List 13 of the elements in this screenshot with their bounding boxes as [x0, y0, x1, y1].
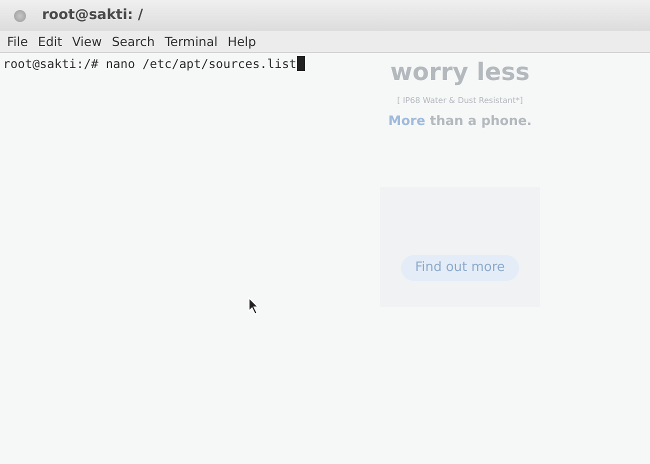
menu-item[interactable]: Edit	[32, 30, 68, 52]
menu-item[interactable]: File	[2, 30, 33, 52]
pointer-icon	[248, 297, 260, 315]
window-title: root@sakti: /	[42, 6, 144, 25]
tagline: More than a phone.	[388, 113, 532, 131]
menu-item[interactable]: View	[67, 30, 107, 52]
menu-item[interactable]: Search	[106, 30, 160, 52]
menu-item[interactable]: Help	[222, 30, 262, 52]
close-button[interactable]	[14, 10, 26, 22]
headline: worry less	[390, 57, 530, 88]
terminal-line: root@sakti:/# nano /etc/apt/sources.list	[0, 53, 304, 72]
menu-item[interactable]: Terminal	[160, 30, 223, 52]
note-text: [ IP68 Water & Dust Resistant*]	[397, 95, 523, 107]
